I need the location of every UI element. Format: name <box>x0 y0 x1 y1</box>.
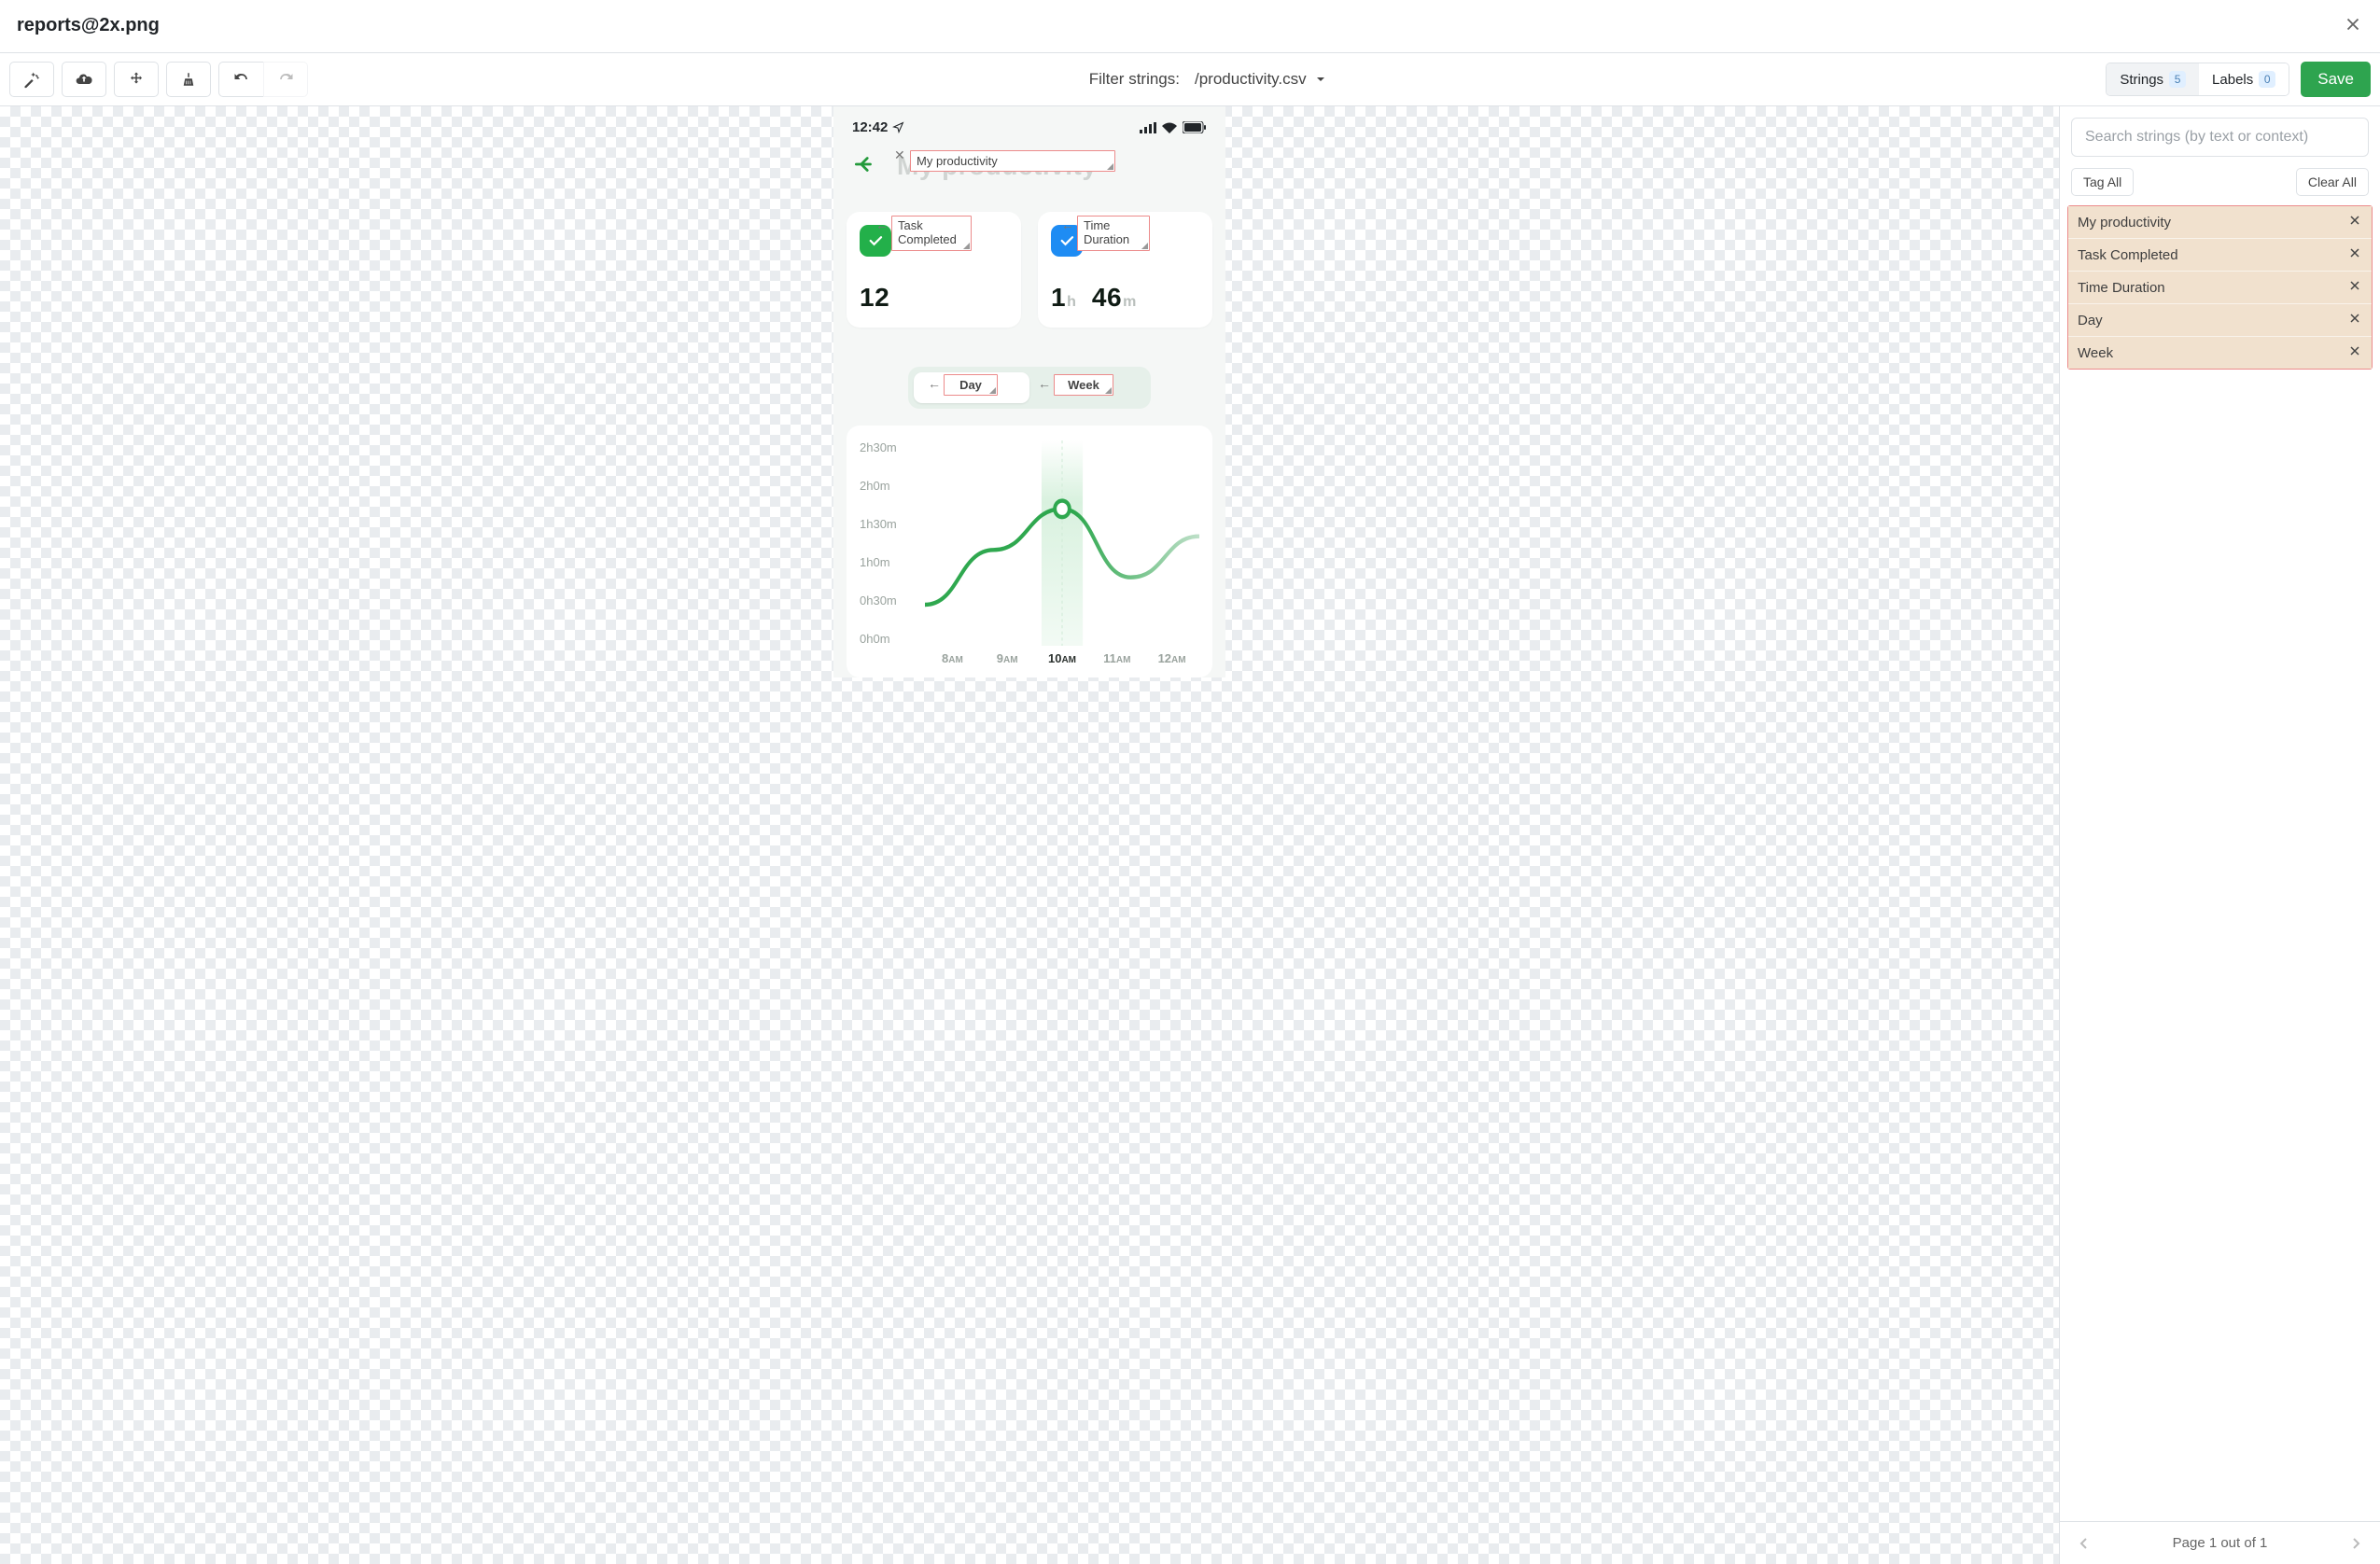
chart-y-labels: 2h30m2h0m1h30m1h0m0h30m0h0m <box>860 440 897 646</box>
search-container <box>2071 118 2369 157</box>
string-list-item[interactable]: Time Duration <box>2068 272 2372 304</box>
string-list-item[interactable]: Day <box>2068 304 2372 337</box>
remove-icon[interactable] <box>2347 278 2362 297</box>
annot-arrow-icon: ← <box>928 377 941 390</box>
strings-label: Strings <box>2120 72 2163 88</box>
signal-icon <box>1140 122 1156 133</box>
statusbar: 12:42 <box>833 106 1225 141</box>
pager: Page 1 out of 1 <box>2060 1521 2380 1564</box>
string-list-item[interactable]: Week <box>2068 337 2372 369</box>
check-icon <box>1051 225 1083 257</box>
caret-down-icon <box>1316 75 1325 84</box>
move-button[interactable] <box>114 62 159 97</box>
string-list-item[interactable]: Task Completed <box>2068 239 2372 272</box>
remove-icon[interactable] <box>2347 245 2362 264</box>
back-arrow-icon <box>852 152 876 180</box>
chart-plot <box>925 440 1199 646</box>
chart: 2h30m2h0m1h30m1h0m0h30m0h0m 8AM9AM10AM11… <box>860 440 1199 674</box>
string-list-item[interactable]: My productivity <box>2068 206 2372 239</box>
canvas-area[interactable]: 12:42 My productivity ✕ My productivity <box>0 106 2059 1564</box>
card2-minutes: 46 <box>1092 283 1122 312</box>
close-icon[interactable] <box>2343 14 2363 38</box>
string-list: My productivity Task Completed Time Durati… <box>2067 205 2373 370</box>
filter-label: Filter strings: <box>1089 70 1180 89</box>
chart-x-labels: 8AM9AM10AM11AM12AM <box>925 651 1199 674</box>
sidebar: Tag All Clear All My productivity Task Co… <box>2059 106 2380 1564</box>
card1-ghost-label: Completed <box>895 232 962 247</box>
check-icon <box>860 225 891 257</box>
string-text: Day <box>2078 313 2103 328</box>
clean-button[interactable] <box>166 62 211 97</box>
card-time-duration: Duration 1h 46m ← Time Duration <box>1038 212 1212 328</box>
toolbar: Filter strings: /productivity.csv String… <box>0 52 2380 106</box>
main: 12:42 My productivity ✕ My productivity <box>0 106 2380 1564</box>
upload-button[interactable] <box>62 62 106 97</box>
ghost-title: My productivity <box>897 151 1097 181</box>
view-toggle: Strings 5 Labels 0 <box>2106 63 2289 96</box>
remove-icon[interactable] <box>2347 213 2362 231</box>
magic-wand-button[interactable] <box>9 62 54 97</box>
search-input[interactable] <box>2071 118 2369 157</box>
filter-value-text: /productivity.csv <box>1195 70 1307 89</box>
pager-next-button[interactable] <box>2337 1522 2374 1564</box>
undo-button[interactable] <box>218 62 263 97</box>
labels-count-badge: 0 <box>2259 71 2275 88</box>
save-button[interactable]: Save <box>2301 62 2371 97</box>
labels-label: Labels <box>2212 72 2253 88</box>
card2-ghost-label: Duration <box>1086 232 1141 247</box>
redo-button <box>263 62 308 97</box>
string-text: Time Duration <box>2078 280 2165 296</box>
device-mock: 12:42 My productivity ✕ My productivity <box>833 106 1225 677</box>
string-text: My productivity <box>2078 215 2171 230</box>
pager-text: Page 1 out of 1 <box>2173 1535 2268 1551</box>
device-header: My productivity ✕ My productivity <box>833 141 1225 189</box>
labels-tab[interactable]: Labels 0 <box>2199 63 2289 95</box>
card1-value: 12 <box>860 283 889 312</box>
string-text: Week <box>2078 345 2113 361</box>
remove-icon[interactable] <box>2347 311 2362 329</box>
location-icon <box>892 121 904 133</box>
period-tabs: Day ← Day Week ← Week <box>908 367 1151 409</box>
pager-prev-button[interactable] <box>2065 1522 2103 1564</box>
file-title: reports@2x.png <box>17 15 160 36</box>
filter-dropdown[interactable]: /productivity.csv <box>1195 70 1325 89</box>
tag-all-button[interactable]: Tag All <box>2071 168 2134 196</box>
strings-tab[interactable]: Strings 5 <box>2107 63 2199 95</box>
wifi-icon <box>1162 122 1177 133</box>
card2-hours: 1 <box>1051 283 1066 312</box>
string-text: Task Completed <box>2078 247 2178 263</box>
tab-day: Day ← Day <box>914 372 1029 403</box>
card-task-completed: Completed 12 ← Task Completed <box>847 212 1021 328</box>
chart-card: 2h30m2h0m1h30m1h0m0h30m0h0m 8AM9AM10AM11… <box>847 426 1212 677</box>
strings-count-badge: 5 <box>2169 71 2186 88</box>
tab-week: Week ← Week <box>1029 372 1145 403</box>
titlebar: reports@2x.png <box>0 0 2380 52</box>
status-time: 12:42 <box>852 119 888 135</box>
remove-icon[interactable] <box>2347 343 2362 362</box>
clear-all-button[interactable]: Clear All <box>2296 168 2369 196</box>
annot-arrow-icon: ← <box>1038 377 1051 390</box>
battery-icon <box>1183 121 1207 133</box>
